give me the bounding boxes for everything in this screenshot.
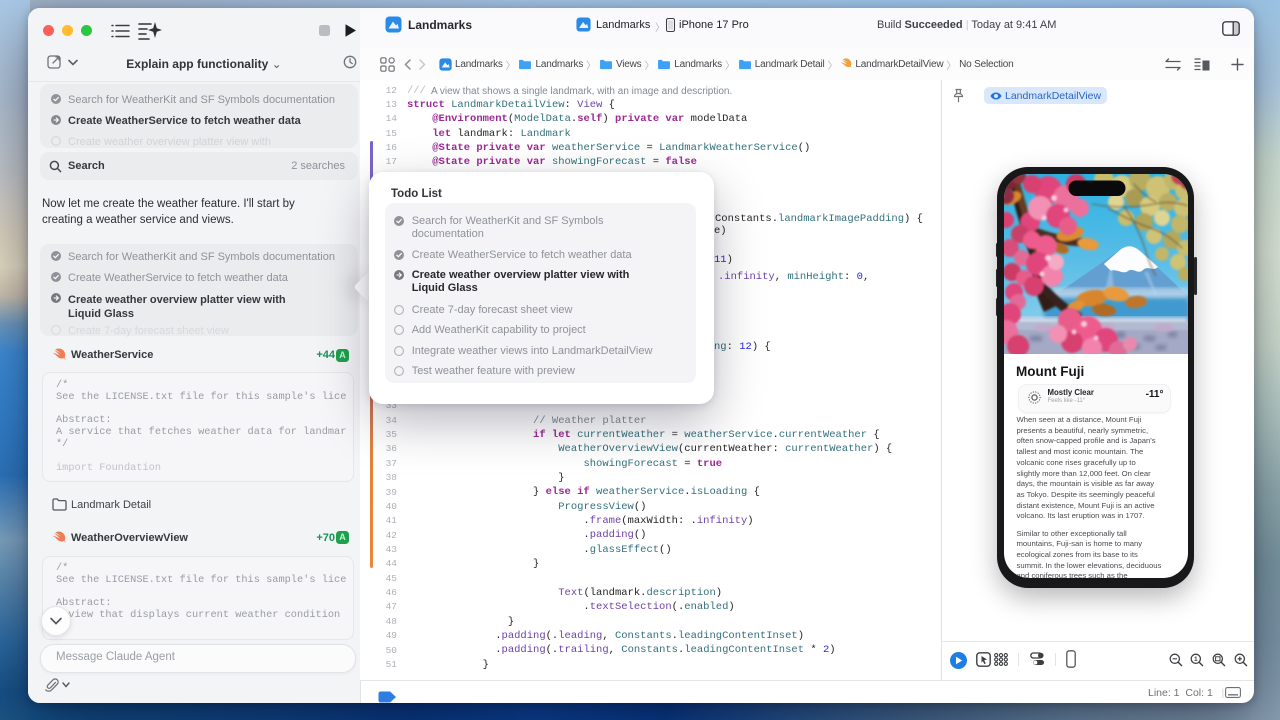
svg-text:1: 1 bbox=[1194, 656, 1198, 663]
